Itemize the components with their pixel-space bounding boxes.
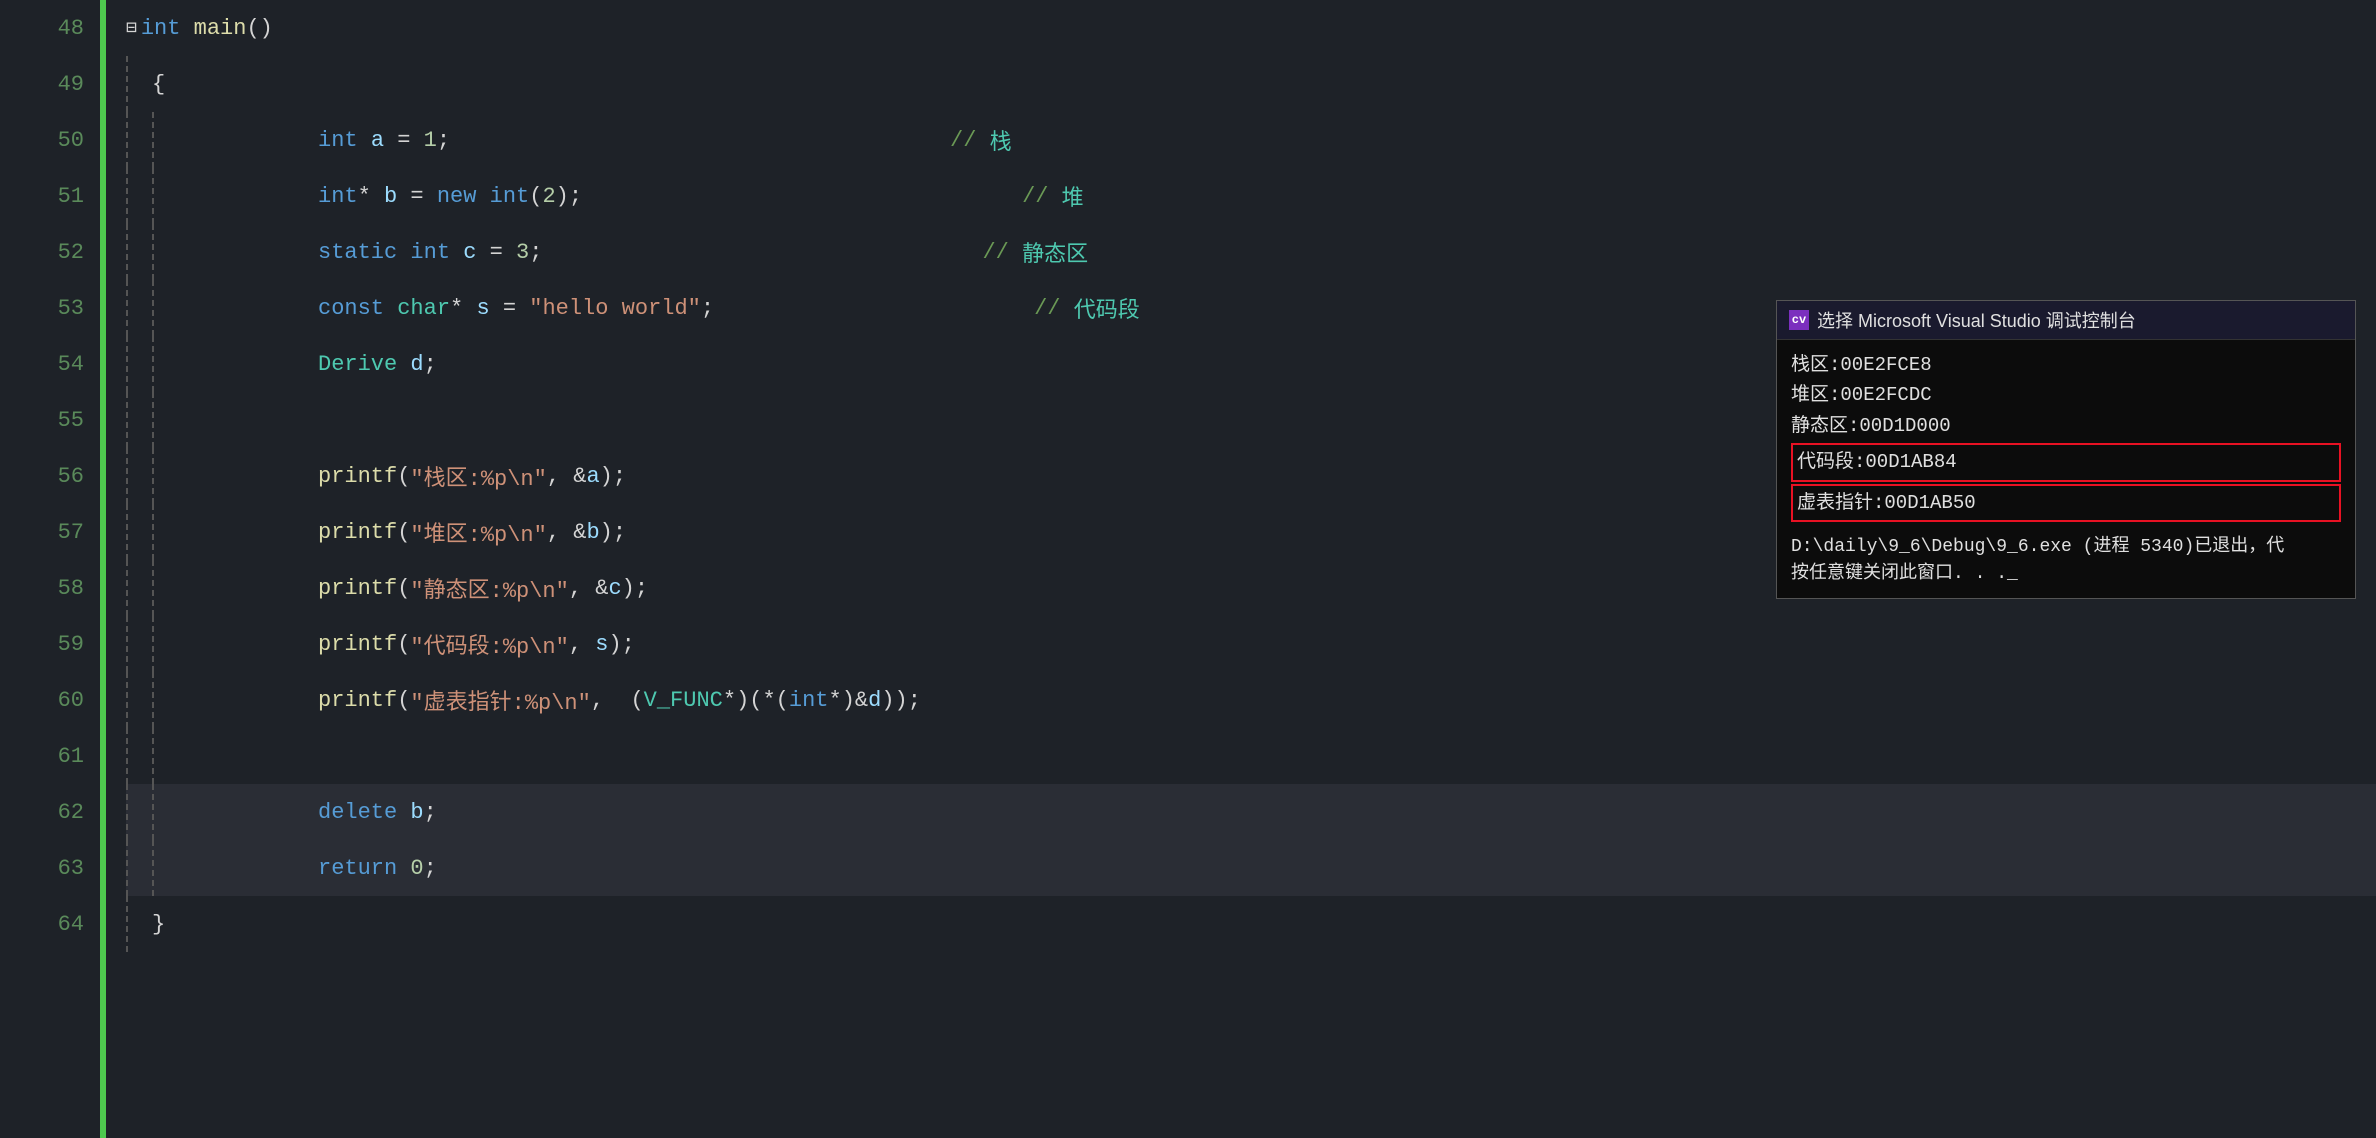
keyword-int-48: int [141,16,181,41]
debug-cursor: _ [2007,564,2018,584]
line-num-55: 55 [0,392,84,448]
line-num-64: 64 [0,896,84,952]
line-num-48: 48 [0,0,84,56]
code-line-62: delete b; [126,784,2376,840]
code-line-51: int* b = new int(2);// 堆 [126,168,2376,224]
debug-path-line2: 按任意键关闭此窗口. . ._ [1791,561,2341,588]
code-line-50: int a = 1;// 栈 [126,112,2376,168]
fn-main: main [194,16,247,41]
code-line-60: printf("虚表指针:%p\n", (V_FUNC*)(*(int*)&d)… [126,672,2376,728]
line-num-61: 61 [0,728,84,784]
line-num-53: 53 [0,280,84,336]
code-line-63: return 0; [126,840,2376,896]
debug-path-line1: D:\daily\9_6\Debug\9_6.exe (进程 5340)已退出，… [1791,534,2341,561]
code-line-61 [126,728,2376,784]
debug-title-text: 选择 Microsoft Visual Studio 调试控制台 [1817,307,2136,333]
debug-output-vtable: 虚表指针:00D1AB50 [1791,484,2341,522]
line-num-54: 54 [0,336,84,392]
keyword-int-50: int [318,128,358,153]
debug-console[interactable]: cv 选择 Microsoft Visual Studio 调试控制台 栈区:0… [1776,300,2356,599]
code-line-64: } [126,896,2376,952]
line-num-52: 52 [0,224,84,280]
debug-title-icon: cv [1789,310,1809,330]
comment-51: // [1022,184,1062,209]
collapse-icon-48[interactable]: ⊟ [126,17,137,39]
comment-50: // [950,128,990,153]
debug-output-heap: 堆区:00E2FCDC [1791,380,2341,410]
code-line-52: static int c = 3;// 静态区 [126,224,2376,280]
line-num-51: 51 [0,168,84,224]
code-line-49: { [126,56,2376,112]
line-numbers: 48 49 50 51 52 53 54 55 56 57 58 59 60 6… [0,0,100,1138]
line-num-63: 63 [0,840,84,896]
code-editor: 48 49 50 51 52 53 54 55 56 57 58 59 60 6… [0,0,2376,1138]
debug-output-code: 代码段:00D1AB84 [1791,443,2341,481]
line-num-60: 60 [0,672,84,728]
green-bar [100,0,106,1138]
debug-output-area: 栈区:00E2FCE8 堆区:00E2FCDC 静态区:00D1D000 代码段… [1777,340,2355,598]
debug-output-stack: 栈区:00E2FCE8 [1791,350,2341,380]
code-line-48: ⊟int main() [126,0,2376,56]
line-num-57: 57 [0,504,84,560]
debug-title-bar: cv 选择 Microsoft Visual Studio 调试控制台 [1777,301,2355,340]
code-line-59: printf("代码段:%p\n", s); [126,616,2376,672]
line-num-49: 49 [0,56,84,112]
line-num-56: 56 [0,448,84,504]
line-num-50: 50 [0,112,84,168]
line-num-58: 58 [0,560,84,616]
debug-output-static: 静态区:00D1D000 [1791,411,2341,441]
line-num-62: 62 [0,784,84,840]
line-num-59: 59 [0,616,84,672]
